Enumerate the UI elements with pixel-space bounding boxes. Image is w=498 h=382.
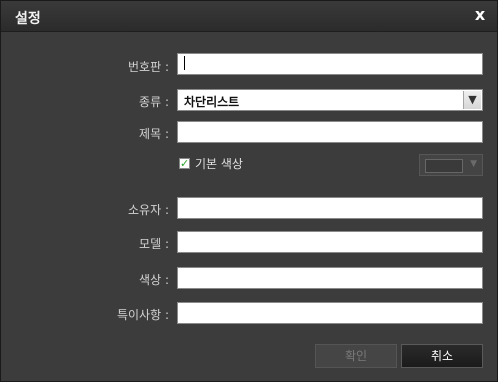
settings-dialog: 설정 x 번호판 : 종류 : 차단리스트 ▼ 제목 : ✓ 기본 색상 ▼ 소… — [0, 0, 498, 382]
color-picker[interactable]: ▼ — [419, 154, 483, 176]
dialog-titlebar: 설정 x — [1, 1, 497, 32]
dialog-title: 설정 — [15, 11, 41, 27]
type-select-value: 차단리스트 — [184, 95, 240, 109]
color-swatch — [425, 159, 463, 173]
text-caret — [184, 56, 185, 70]
close-icon[interactable]: x — [471, 6, 489, 24]
title-input[interactable] — [177, 121, 483, 143]
plate-label: 번호판 : — [128, 60, 169, 74]
chevron-down-icon: ▼ — [470, 159, 477, 169]
model-label: 모델 : — [139, 237, 169, 251]
owner-label: 소유자 : — [128, 203, 169, 217]
default-color-label: 기본 색상 — [195, 157, 243, 171]
default-color-checkbox[interactable]: ✓ — [179, 158, 190, 169]
type-label: 종류 : — [139, 95, 169, 109]
color-label: 색상 : — [139, 273, 169, 287]
model-input[interactable] — [177, 231, 483, 253]
notes-input[interactable] — [177, 302, 483, 324]
plate-input[interactable] — [177, 53, 483, 75]
notes-label: 특이사항 : — [116, 308, 169, 322]
chevron-down-icon[interactable]: ▼ — [463, 91, 481, 109]
cancel-button[interactable]: 취소 — [401, 344, 483, 368]
ok-button[interactable]: 확인 — [315, 344, 397, 368]
owner-input[interactable] — [177, 197, 483, 219]
type-select[interactable]: 차단리스트 ▼ — [177, 89, 483, 111]
title-label: 제목 : — [139, 127, 169, 141]
color-input[interactable] — [177, 267, 483, 289]
